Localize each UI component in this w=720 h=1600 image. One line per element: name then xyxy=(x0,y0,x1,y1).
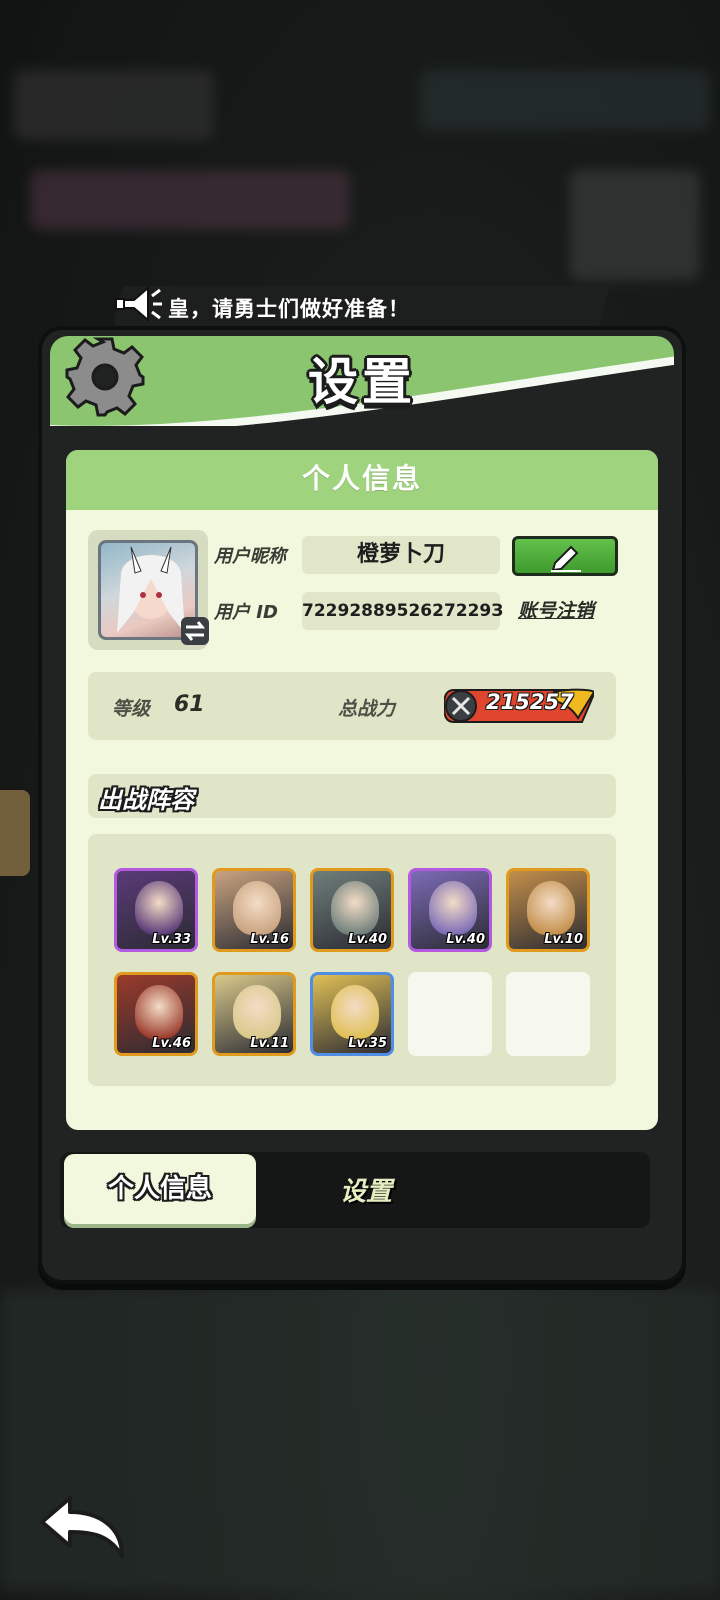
stats-bar: 等级 61 总战力 215257 xyxy=(88,672,616,740)
lineup-header: 出战阵容 xyxy=(88,774,616,818)
pencil-icon xyxy=(551,545,581,572)
hero-slot[interactable]: Lv.40 xyxy=(408,868,492,952)
hero-slot[interactable]: Lv.16 xyxy=(212,868,296,952)
banner-text: 皇，请勇士们做好准备！ xyxy=(168,297,410,321)
hero-portrait xyxy=(233,985,281,1039)
edit-nickname-button[interactable] xyxy=(512,536,618,576)
avatar-frame xyxy=(88,530,210,650)
card-header: 个人信息 xyxy=(66,450,658,510)
cancel-account-link[interactable]: 账号注销 xyxy=(518,596,594,623)
power-value: 215257 xyxy=(486,690,574,714)
empty-hero-slot[interactable] xyxy=(506,972,590,1056)
user-id-label: 用户 ID xyxy=(214,602,278,623)
nickname-field: 橙萝卜刀 xyxy=(302,536,500,574)
hero-level: Lv.40 xyxy=(446,932,485,947)
user-id-field: 7229288952627229З xyxy=(302,592,503,630)
swap-avatar-icon[interactable] xyxy=(180,616,210,646)
profile-card: 个人信息 用户昵称 橙萝卜刀 用户 ID 7229288952627229З 账… xyxy=(66,450,658,1130)
lineup-title: 出战阵容 xyxy=(98,786,194,814)
tab-settings[interactable]: 设置 xyxy=(296,1162,436,1222)
hero-slot[interactable]: Lv.11 xyxy=(212,972,296,1056)
hero-portrait xyxy=(527,881,575,935)
megaphone-icon xyxy=(115,285,162,323)
hero-level: Lv.46 xyxy=(152,1036,191,1051)
hero-portrait xyxy=(135,881,183,935)
gear-icon xyxy=(65,337,145,417)
hero-level: Lv.11 xyxy=(250,1036,289,1051)
level-value: 61 xyxy=(174,692,205,717)
hero-level: Lv.33 xyxy=(152,932,191,947)
bottom-tabbar: 个人信息 设置 xyxy=(60,1152,650,1228)
level-label: 等级 xyxy=(112,698,151,720)
hero-level: Lv.10 xyxy=(544,932,583,947)
hero-slot[interactable]: Lv.33 xyxy=(114,868,198,952)
hero-slot[interactable]: Lv.35 xyxy=(310,972,394,1056)
hero-slot[interactable]: Lv.46 xyxy=(114,972,198,1056)
power-label: 总战力 xyxy=(338,698,396,720)
hero-portrait xyxy=(135,985,183,1039)
empty-hero-slot[interactable] xyxy=(408,972,492,1056)
hero-slot[interactable]: Lv.10 xyxy=(506,868,590,952)
lineup-grid: Lv.33 Lv.16 Lv.40 Lv.40 Lv.10 Lv.46 Lv.11 Lv.35 xyxy=(88,834,616,1086)
hero-portrait xyxy=(429,881,477,935)
settings-panel: 设置 个人信息 用户昵称 橙萝卜刀 用户 ID 7229288952627229… xyxy=(38,326,686,1284)
back-arrow-icon[interactable] xyxy=(36,1492,128,1562)
hero-portrait xyxy=(331,985,379,1039)
hero-level: Lv.16 xyxy=(250,932,289,947)
hero-slot[interactable]: Lv.40 xyxy=(310,868,394,952)
hero-portrait xyxy=(233,881,281,935)
hero-level: Lv.35 xyxy=(348,1036,387,1051)
side-tab[interactable] xyxy=(0,790,30,876)
tab-profile[interactable]: 个人信息 xyxy=(64,1154,256,1224)
hero-portrait xyxy=(331,881,379,935)
hero-level: Lv.40 xyxy=(348,932,387,947)
nickname-label: 用户昵称 xyxy=(214,546,286,567)
